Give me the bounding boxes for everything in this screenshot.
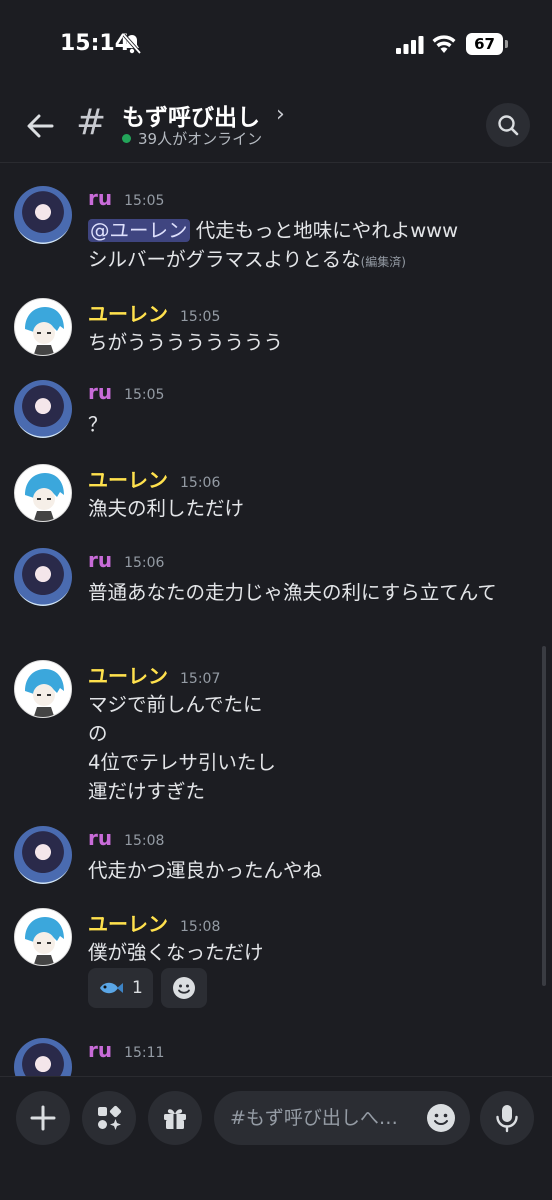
avatar-art [25,307,64,355]
avatar[interactable] [14,186,72,244]
reaction-count: 1 [132,978,143,998]
avatar[interactable] [14,826,72,884]
online-count: 39人がオンライン [138,130,263,148]
message-meta: ユーレン 15:08 [88,908,221,936]
hash-icon: # [76,102,107,143]
emoji-icon [172,977,195,999]
add-button[interactable] [16,1091,70,1145]
avatar[interactable] [14,908,72,966]
wifi-icon [432,35,456,53]
message-text: 僕が強くなっただけ [88,941,264,964]
bell-muted-icon [122,33,142,55]
avatar[interactable] [14,548,72,606]
message-meta: ru 15:08 [88,826,164,852]
gift-icon [164,1109,186,1129]
add-reaction-button[interactable] [160,968,207,1008]
author-name[interactable]: ru [88,380,112,404]
message-line: 4位でテレサ引いたし [88,751,276,774]
author-name[interactable]: ru [88,548,112,572]
timestamp: 15:08 [124,833,165,849]
message-text-part: 代走もっと地味にやれよwww [189,219,459,242]
message-text: ？ [88,413,108,436]
battery-indicator: 67 [466,33,503,55]
avatar[interactable] [14,464,72,522]
timestamp: 15:05 [180,309,221,325]
message-meta: ru 15:05 [88,186,164,212]
timestamp: 15:06 [124,555,165,571]
message-text: 代走かつ運良かったんやね [88,859,323,882]
battery-cap [505,40,508,48]
channel-header: # もず呼び出し › 39人がオンライン [0,92,552,162]
timestamp: 15:05 [124,387,165,403]
status-time: 15:14 [60,31,131,56]
author-name[interactable]: ユーレン [88,468,168,492]
avatar[interactable] [14,660,72,718]
message-composer [0,1076,552,1200]
timestamp: 15:06 [180,475,221,491]
scrollbar[interactable] [542,646,546,986]
message-text: ちがうううううううう [88,331,284,354]
message-line: の [88,722,108,745]
channel-name[interactable]: もず呼び出し [122,98,260,132]
message-line: 運だけすぎた [88,780,206,803]
online-status-dot [122,134,131,143]
avatar-art [25,473,64,521]
user-mention[interactable]: @ユーレン [88,219,190,242]
reactions: 1 [88,968,207,1008]
search-icon [498,115,519,136]
edited-label: (編集済) [360,255,406,269]
chevron-right-icon[interactable]: › [276,102,285,127]
fish-emoji-icon [100,982,123,994]
timestamp: 15:05 [124,193,165,209]
arrow-left-icon[interactable] [22,108,58,144]
emoji-icon[interactable] [426,1103,456,1133]
avatar-art [25,669,64,717]
search-button[interactable] [486,103,530,147]
author-name[interactable]: ru [88,186,112,210]
message-meta: ユーレン 15:07 [88,660,221,688]
message-text: 普通あなたの走力じゃ漁夫の利にすら立てんて [88,581,497,604]
microphone-icon [496,1105,518,1133]
plus-icon [30,1105,56,1131]
avatar-art [25,917,64,965]
author-name[interactable]: ru [88,826,112,850]
timestamp: 15:11 [124,1045,165,1061]
gift-button[interactable] [148,1091,202,1145]
avatar[interactable] [14,380,72,438]
avatar[interactable] [14,298,72,356]
message-text-part: シルバーがグラマスよりとるな [88,248,361,271]
timestamp: 15:08 [180,919,221,935]
apps-icon [98,1105,122,1130]
message-line: マジで前しんでたに [88,693,263,716]
message-input[interactable] [230,1091,430,1145]
message-meta: ユーレン 15:05 [88,298,221,326]
signal-icon [396,36,424,54]
message-text: @ユーレン 代走もっと地味にやれよwww シルバーがグラマスよりとるな(編集済) [88,216,538,277]
apps-button[interactable] [82,1091,136,1145]
message-meta: ユーレン 15:06 [88,464,221,492]
timestamp: 15:07 [180,671,221,687]
author-name[interactable]: ユーレン [88,664,168,688]
header-divider [0,162,552,163]
status-bar: 15:14 67 [0,0,552,92]
message-input-container [214,1091,470,1145]
author-name[interactable]: ru [88,1038,112,1062]
message-meta: ru 15:06 [88,548,164,574]
message-text: 漁夫の利しただけ [88,497,245,520]
voice-button[interactable] [480,1091,534,1145]
reaction-fish[interactable]: 1 [88,968,153,1008]
message-text: マジで前しんでたに の 4位でテレサ引いたし 運だけすぎた [88,690,538,806]
author-name[interactable]: ユーレン [88,912,168,936]
author-name[interactable]: ユーレン [88,302,168,326]
message-meta: ru 15:11 [88,1038,164,1064]
message-meta: ru 15:05 [88,380,164,406]
